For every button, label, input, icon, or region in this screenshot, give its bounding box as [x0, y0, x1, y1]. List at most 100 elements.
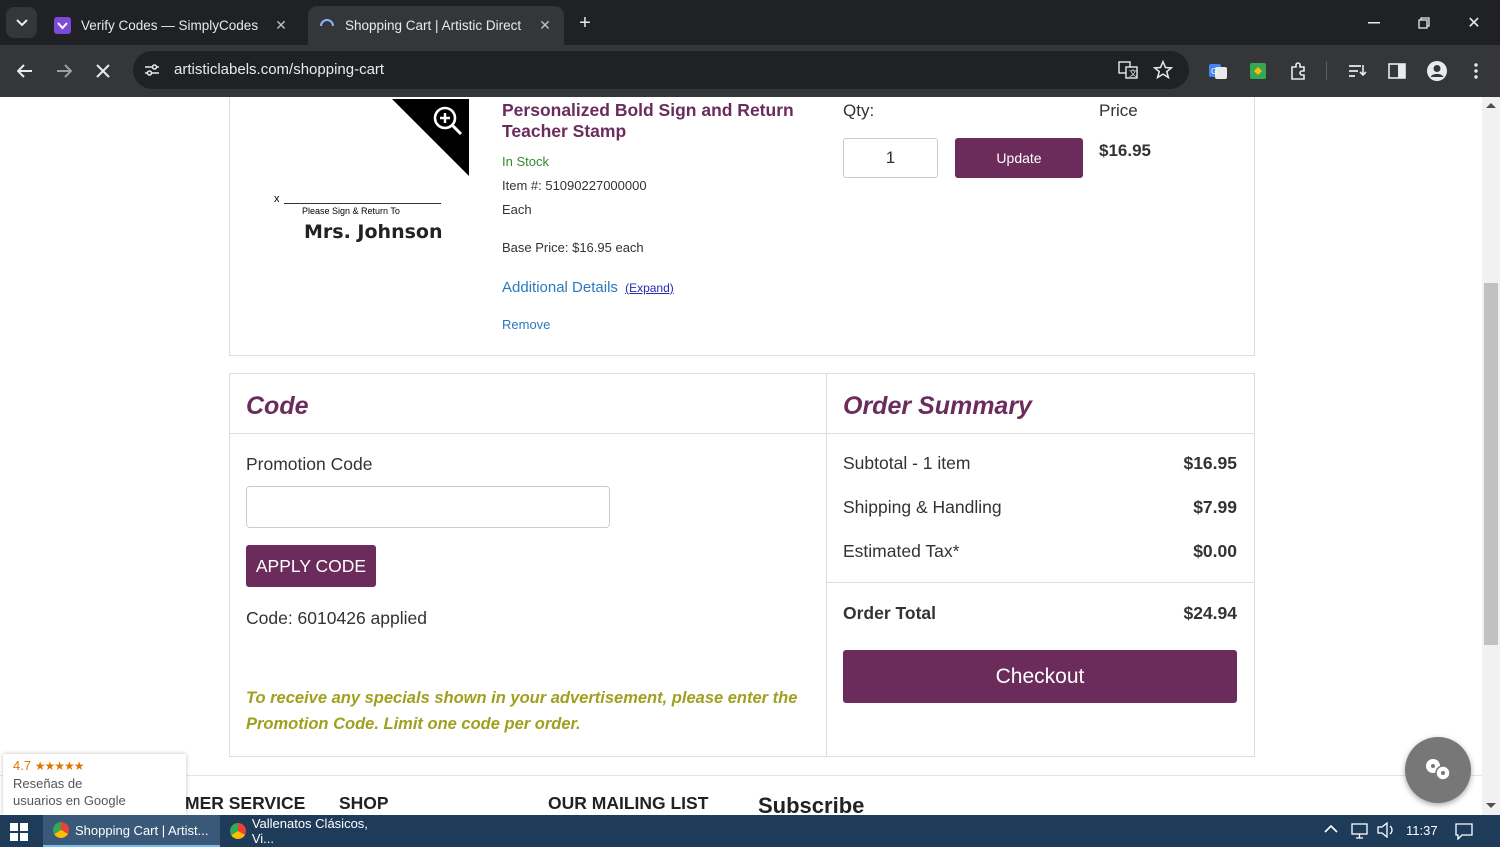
promo-code-heading: Code — [246, 392, 309, 420]
new-tab-button[interactable]: + — [574, 12, 596, 34]
subtotal-label: Subtotal - 1 item — [843, 453, 971, 473]
shipping-value: $7.99 — [1193, 497, 1237, 517]
tab-verify-codes[interactable]: Verify Codes — SimplyCodes ✕ — [44, 6, 300, 45]
minimize-icon[interactable] — [1359, 8, 1389, 38]
stock-status: In Stock — [502, 154, 549, 169]
tab-title: Shopping Cart | Artistic Direct — [345, 18, 522, 33]
scrollbar-thumb[interactable] — [1484, 283, 1498, 645]
total-label: Order Total — [843, 603, 937, 623]
rating-row: 4.7 ★★★★★ — [13, 758, 84, 773]
back-arrow-icon[interactable] — [9, 55, 41, 87]
tab-search-button[interactable] — [6, 7, 37, 38]
page-scrollbar[interactable] — [1482, 97, 1500, 815]
loading-spinner-icon — [318, 17, 335, 34]
total-value: $24.94 — [1183, 603, 1237, 623]
profile-avatar-icon[interactable] — [1424, 58, 1450, 84]
google-reviews-badge[interactable]: 4.7 ★★★★★ Reseñas de usuarios en Google — [3, 754, 186, 815]
expand-link[interactable]: (Expand) — [625, 281, 674, 295]
footer-mailing-list: OUR MAILING LIST — [548, 793, 709, 813]
product-title-link[interactable]: Personalized Bold Sign and Return Teache… — [502, 100, 802, 142]
tray-chevron-up-icon[interactable] — [1324, 822, 1338, 837]
extensions-puzzle-icon[interactable] — [1285, 58, 1311, 84]
volume-icon[interactable] — [1377, 821, 1395, 841]
base-price: Base Price: $16.95 each — [502, 240, 644, 255]
footer-customer-service: MER SERVICE — [185, 793, 306, 813]
windows-start-icon[interactable] — [10, 823, 28, 841]
rating-value: 4.7 — [13, 758, 32, 773]
tax-value: $0.00 — [1193, 541, 1237, 561]
restore-icon[interactable] — [1409, 8, 1439, 38]
browser-toolbar: artisticlabels.com/shopping-cart 文 G — [0, 45, 1500, 97]
side-panel-icon[interactable] — [1384, 58, 1410, 84]
url-text: artisticlabels.com/shopping-cart — [174, 61, 385, 78]
reading-list-icon[interactable] — [1344, 58, 1370, 84]
footer-shop: SHOP — [339, 793, 389, 813]
chrome-icon — [230, 823, 246, 839]
close-window-icon[interactable]: ✕ — [1459, 8, 1489, 38]
tab-title: Verify Codes — SimplyCodes — [81, 18, 259, 33]
site-info-icon[interactable] — [143, 61, 161, 79]
toolbar-divider — [1326, 62, 1327, 80]
update-button[interactable]: Update — [955, 138, 1083, 178]
bookmark-star-icon[interactable] — [1150, 57, 1176, 83]
chrome-icon — [53, 822, 69, 838]
stamp-preview-caption: Please Sign & Return To — [302, 206, 400, 216]
quantity-input[interactable]: 1 — [843, 138, 938, 178]
notifications-icon[interactable] — [1455, 822, 1473, 843]
taskbar-item-label: Vallenatos Clásicos, Vi... — [251, 816, 368, 846]
reviews-caption: Reseñas de usuarios en Google — [13, 775, 126, 809]
translate-icon[interactable]: 文 — [1115, 57, 1141, 83]
subtotal-value: $16.95 — [1183, 453, 1237, 473]
promo-code-label: Promotion Code — [246, 454, 373, 474]
close-tab-icon[interactable]: ✕ — [270, 15, 292, 37]
total-row: Order Total $24.94 — [843, 603, 1237, 624]
apply-code-button[interactable]: APPLY CODE — [246, 545, 376, 587]
reviews-caption-line2: usuarios en Google — [13, 793, 126, 808]
address-bar[interactable]: artisticlabels.com/shopping-cart 文 — [133, 51, 1189, 89]
scroll-down-arrow-icon[interactable] — [1486, 803, 1496, 808]
google-translate-extension-icon[interactable]: G — [1205, 58, 1231, 84]
reviews-caption-line1: Reseñas de — [13, 776, 83, 791]
additional-details[interactable]: Additional Details (Expand) — [502, 279, 674, 296]
remove-link[interactable]: Remove — [502, 317, 550, 332]
price-value: $16.95 — [1099, 141, 1151, 160]
chevron-down-icon — [15, 18, 28, 26]
additional-details-label[interactable]: Additional Details — [502, 279, 618, 296]
qty-label: Qty: — [843, 101, 875, 120]
clock[interactable]: 11:37 — [1406, 823, 1438, 838]
order-summary-heading: Order Summary — [843, 392, 1032, 420]
footer-divider — [0, 775, 1482, 776]
promo-note: To receive any specials shown in your ad… — [246, 689, 798, 733]
browser-menu-icon[interactable] — [1463, 58, 1489, 84]
stamp-preview-name[interactable]: Mrs. Johnson — [304, 221, 442, 243]
unit-label: Each — [502, 202, 532, 217]
zoom-in-icon[interactable] — [432, 105, 464, 137]
browser-tab-strip: Verify Codes — SimplyCodes ✕ Shopping Ca… — [0, 0, 1500, 45]
tax-label: Estimated Tax* — [843, 541, 960, 561]
shipping-label: Shipping & Handling — [843, 497, 1002, 517]
taskbar-chrome-shopping-cart[interactable]: Shopping Cart | Artist... — [43, 815, 220, 847]
promo-code-header: Code — [230, 374, 826, 434]
network-icon[interactable] — [1350, 822, 1370, 843]
summary-divider — [827, 582, 1254, 583]
sheets-extension-icon[interactable] — [1245, 58, 1271, 84]
price-label: Price — [1099, 101, 1138, 120]
taskbar-chrome-vallenatos[interactable]: Vallenatos Clásicos, Vi... — [220, 815, 392, 847]
order-summary-header: Order Summary — [827, 374, 1254, 434]
stamp-preview-x: x — [274, 193, 280, 205]
tab-shopping-cart[interactable]: Shopping Cart | Artistic Direct ✕ — [308, 6, 564, 45]
item-number: Item #: 51090227000000 — [502, 178, 647, 193]
order-summary-panel: Order Summary Subtotal - 1 item $16.95 S… — [826, 373, 1255, 757]
forward-arrow-icon[interactable] — [48, 55, 80, 87]
scroll-up-arrow-icon[interactable] — [1486, 103, 1496, 108]
shipping-row: Shipping & Handling $7.99 — [843, 497, 1237, 518]
close-tab-icon[interactable]: ✕ — [534, 15, 556, 37]
chat-widget-button[interactable] — [1405, 737, 1471, 803]
chat-icon — [1426, 759, 1451, 781]
promo-code-panel: Code Promotion Code APPLY CODE Code: 601… — [229, 373, 827, 757]
promo-code-input[interactable] — [246, 486, 610, 528]
checkout-button[interactable]: Checkout — [843, 650, 1237, 703]
subscribe-heading: Subscribe — [758, 793, 865, 815]
stop-loading-icon[interactable] — [87, 55, 119, 87]
simplycodes-favicon-icon — [54, 17, 71, 34]
